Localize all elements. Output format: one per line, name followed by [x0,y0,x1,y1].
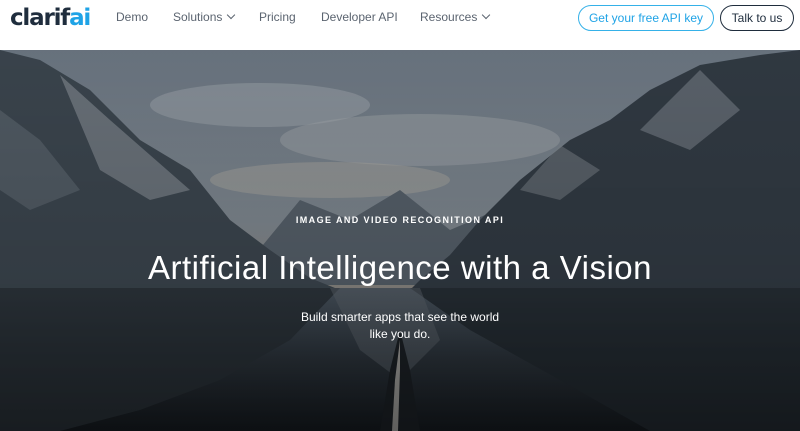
clarifai-logo[interactable]: clarifai [10,3,91,33]
get-api-key-button[interactable]: Get your free API key [578,5,714,31]
hero-headline: Artificial Intelligence with a Vision [148,249,652,286]
nav-developer-api[interactable]: Developer API [321,10,398,24]
chevron-down-icon [227,10,236,20]
chevron-down-icon [482,10,491,20]
logo-prefix: clarif [10,5,70,31]
hero-section: IMAGE AND VIDEO RECOGNITION API Artifici… [0,50,800,431]
hero-subtitle: Build smarter apps that see the world li… [300,310,500,341]
talk-to-us-button[interactable]: Talk to us [720,5,794,31]
nav-demo[interactable]: Demo [116,10,148,24]
nav-solutions[interactable]: Solutions [173,10,236,24]
hero-eyebrow: IMAGE AND VIDEO RECOGNITION API [295,215,505,225]
nav-resources[interactable]: Resources [420,10,491,24]
logo-suffix: ai [69,5,91,31]
nav-pricing[interactable]: Pricing [259,10,296,24]
hero-content: IMAGE AND VIDEO RECOGNITION API Artifici… [0,50,800,431]
top-navbar: clarifai Demo Solutions Pricing Develope… [0,0,800,50]
